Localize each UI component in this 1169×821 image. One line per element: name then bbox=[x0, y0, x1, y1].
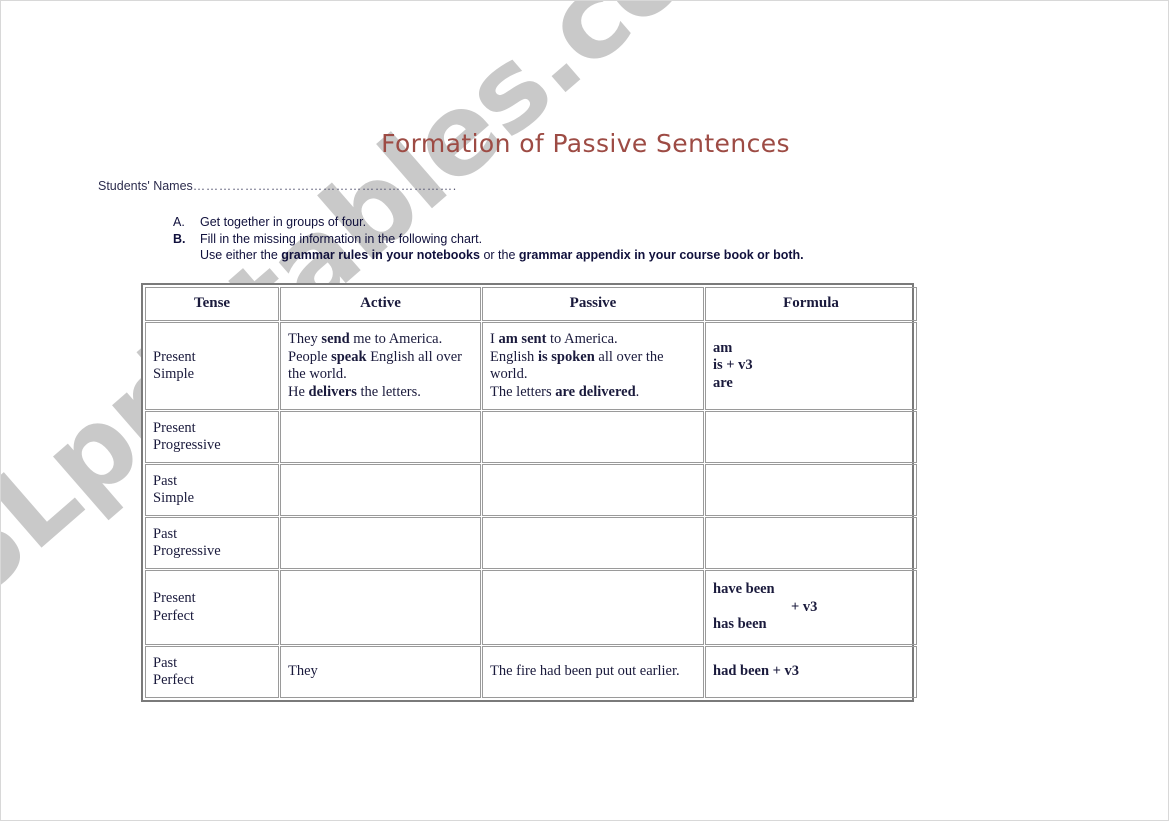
cell-formula[interactable] bbox=[705, 411, 917, 463]
column-header-tense: Tense bbox=[145, 287, 279, 321]
cell-active[interactable] bbox=[280, 570, 481, 645]
table-row: Present Progressive bbox=[145, 411, 917, 463]
instruction-item-b: B. Fill in the missing information in the… bbox=[173, 231, 804, 248]
cell-active[interactable] bbox=[280, 464, 481, 516]
cell-tense: Present Simple bbox=[145, 322, 279, 410]
instruction-marker: B. bbox=[173, 231, 186, 246]
table-row: Present Perfect have been + v3 has been bbox=[145, 570, 917, 645]
cell-formula[interactable]: have been + v3 has been bbox=[705, 570, 917, 645]
cell-active[interactable] bbox=[280, 411, 481, 463]
cell-passive[interactable]: The fire had been put out earlier. bbox=[482, 646, 704, 698]
students-names-line: Students' Names……………………………………………………. bbox=[98, 179, 457, 193]
cell-tense: Past Perfect bbox=[145, 646, 279, 698]
table-row: Past Simple bbox=[145, 464, 917, 516]
table-header-row: Tense Active Passive Formula bbox=[145, 287, 917, 321]
cell-passive[interactable]: I am sent to America. English is spoken a… bbox=[482, 322, 704, 410]
instruction-text: Get together in groups of four. bbox=[200, 215, 367, 229]
cell-tense: Present Progressive bbox=[145, 411, 279, 463]
cell-formula[interactable]: had been + v3 bbox=[705, 646, 917, 698]
passive-formation-chart: Tense Active Passive Formula Present Simp… bbox=[141, 283, 917, 702]
column-header-formula: Formula bbox=[705, 287, 917, 321]
cell-formula[interactable] bbox=[705, 464, 917, 516]
cell-passive[interactable] bbox=[482, 570, 704, 645]
chart-table: Tense Active Passive Formula Present Simp… bbox=[144, 286, 918, 699]
instruction-marker: A. bbox=[173, 215, 185, 229]
instruction-subtext: Use either the grammar rules in your not… bbox=[200, 248, 804, 262]
instruction-text: Fill in the missing information in the f… bbox=[200, 231, 483, 246]
table-row: Past Perfect They The fire had been put out… bbox=[145, 646, 917, 698]
instructions-list: A. Get together in groups of four. B. Fill … bbox=[173, 214, 804, 264]
page-title: Formation of Passive Sentences bbox=[381, 129, 790, 158]
worksheet-page: ESLprintables.com Formation of Passive S… bbox=[0, 0, 1169, 821]
column-header-passive: Passive bbox=[482, 287, 704, 321]
cell-active[interactable]: They send me to America. People speak Eng… bbox=[280, 322, 481, 410]
instruction-item-a: A. Get together in groups of four. bbox=[173, 214, 804, 231]
table-row: Past Progressive bbox=[145, 517, 917, 569]
chart-body: Present Simple They send me to America. Peo… bbox=[145, 322, 917, 698]
cell-active[interactable] bbox=[280, 517, 481, 569]
cell-passive[interactable] bbox=[482, 517, 704, 569]
table-row: Present Simple They send me to America. Peo… bbox=[145, 322, 917, 410]
cell-formula[interactable]: am is + v3 are bbox=[705, 322, 917, 410]
cell-passive[interactable] bbox=[482, 464, 704, 516]
cell-tense: Present Perfect bbox=[145, 570, 279, 645]
cell-tense: Past Progressive bbox=[145, 517, 279, 569]
cell-formula[interactable] bbox=[705, 517, 917, 569]
cell-passive[interactable] bbox=[482, 411, 704, 463]
column-header-active: Active bbox=[280, 287, 481, 321]
students-names-dotted-line: ……………………………………………………. bbox=[192, 179, 457, 193]
cell-tense: Past Simple bbox=[145, 464, 279, 516]
students-names-label: Students' Names bbox=[98, 179, 193, 193]
cell-active[interactable]: They bbox=[280, 646, 481, 698]
